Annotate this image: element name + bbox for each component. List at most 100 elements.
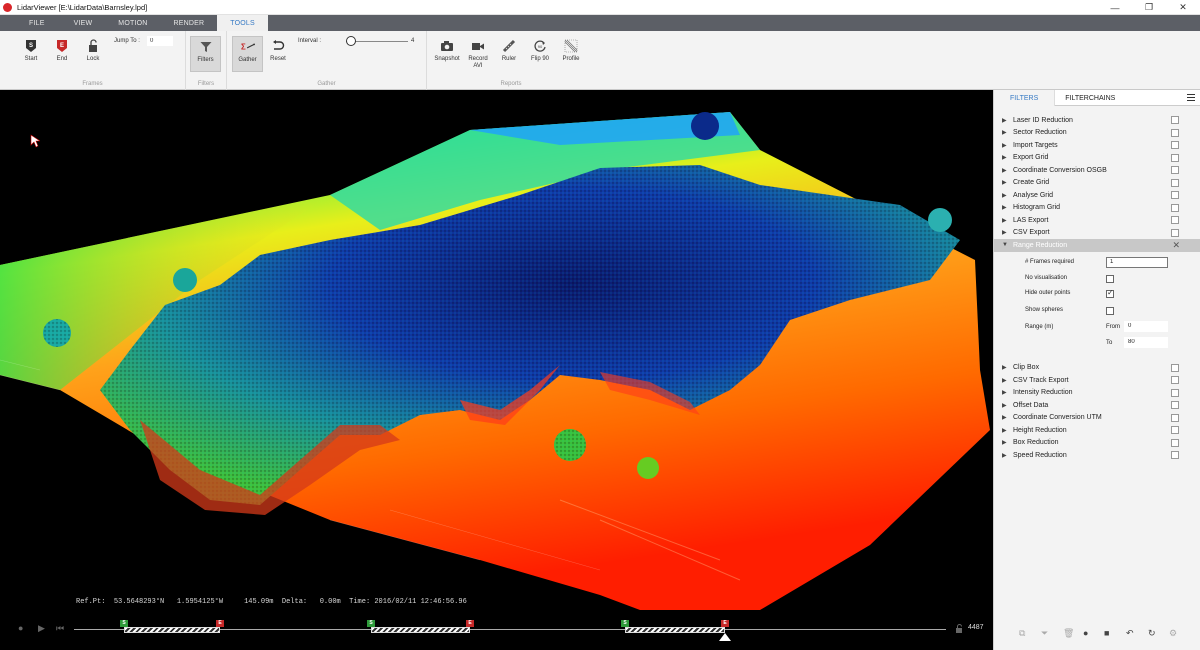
filter-item[interactable]: ▶ Speed Reduction <box>994 449 1200 462</box>
expand-arrow-icon[interactable]: ▶ <box>1002 229 1009 236</box>
end-marker[interactable]: E <box>216 620 224 627</box>
lidar-viewport[interactable]: Ref.Pt: 53.5648293°N 1.5954125°W 145.09m… <box>0 90 993 650</box>
funnel-icon[interactable]: ⏷ <box>1041 628 1048 639</box>
filter-checkbox[interactable] <box>1171 191 1179 199</box>
filter-checkbox[interactable] <box>1171 376 1179 384</box>
expand-arrow-icon[interactable]: ▶ <box>1002 389 1009 396</box>
record-icon[interactable]: ● <box>18 623 23 633</box>
filter-item[interactable]: ▶ Sector Reduction <box>994 127 1200 140</box>
expand-arrow-icon[interactable]: ▶ <box>1002 414 1009 421</box>
filter-checkbox[interactable] <box>1171 413 1179 422</box>
filter-item[interactable]: ▶ Height Reduction <box>994 424 1200 437</box>
expand-arrow-icon[interactable]: ▶ <box>1002 117 1009 124</box>
hide-outer-points-checkbox[interactable] <box>1106 288 1114 298</box>
filter-item[interactable]: ▶ Laser ID Reduction <box>994 114 1200 127</box>
start-marker[interactable]: S <box>621 620 629 627</box>
tab-tools[interactable]: TOOLS <box>217 15 268 31</box>
play-icon[interactable]: ▶ <box>38 623 45 634</box>
filter-item[interactable]: ▶ Analyse Grid <box>994 189 1200 202</box>
filter-item[interactable]: ▶ Coordinate Conversion OSGB <box>994 164 1200 177</box>
end-marker[interactable]: E <box>466 620 474 627</box>
filter-checkbox[interactable] <box>1171 363 1179 372</box>
expand-arrow-icon[interactable]: ▶ <box>1002 377 1009 384</box>
jump-to-input[interactable] <box>147 36 173 46</box>
expand-arrow-icon[interactable]: ▶ <box>1002 364 1009 371</box>
timeline-segment[interactable] <box>124 627 220 633</box>
expand-arrow-icon[interactable]: ▶ <box>1002 142 1009 149</box>
filter-item[interactable]: ▶ Import Targets <box>994 139 1200 152</box>
flip90-button[interactable]: 90 Flip 90 <box>526 36 554 72</box>
filter-checkbox[interactable] <box>1171 141 1179 149</box>
filter-checkbox[interactable] <box>1171 388 1179 397</box>
expand-arrow-icon[interactable]: ▶ <box>1002 427 1009 434</box>
show-spheres-checkbox[interactable] <box>1106 306 1114 315</box>
collapse-arrow-icon[interactable]: ▼ <box>1002 242 1009 248</box>
profile-button[interactable]: Profile <box>557 36 585 72</box>
close-button[interactable]: ✕ <box>1166 0 1200 15</box>
filter-item[interactable]: ▶ CSV Track Export <box>994 374 1200 387</box>
undo-icon[interactable]: ↶ <box>1126 628 1134 639</box>
range-to-input[interactable] <box>1124 336 1168 348</box>
filter-item[interactable]: ▶ Coordinate Conversion UTM <box>994 412 1200 425</box>
expand-arrow-icon[interactable]: ▶ <box>1002 439 1009 446</box>
snapshot-button[interactable]: Snapshot <box>433 36 461 72</box>
no-visualisation-checkbox[interactable] <box>1106 274 1114 283</box>
expand-arrow-icon[interactable]: ▶ <box>1002 452 1009 459</box>
filter-checkbox[interactable] <box>1171 401 1179 409</box>
tab-file[interactable]: FILE <box>0 15 61 31</box>
filter-item[interactable]: ▶ Export Grid <box>994 152 1200 165</box>
filter-checkbox[interactable] <box>1171 153 1179 162</box>
filter-checkbox[interactable] <box>1171 116 1179 124</box>
expand-arrow-icon[interactable]: ▶ <box>1002 204 1009 211</box>
filter-checkbox[interactable] <box>1171 451 1179 459</box>
end-button[interactable]: E End <box>48 36 76 72</box>
frames-required-input[interactable] <box>1106 256 1168 268</box>
tab-filterchains[interactable]: FILTERCHAINS <box>1055 90 1125 106</box>
expand-arrow-icon[interactable]: ▶ <box>1002 192 1009 199</box>
expand-arrow-icon[interactable]: ▶ <box>1002 402 1009 409</box>
gather-button[interactable]: Σ Gather <box>232 36 263 72</box>
filter-item-selected[interactable]: ▼ Range Reduction ✕ <box>994 239 1200 252</box>
filter-item[interactable]: ▶ Histogram Grid <box>994 202 1200 215</box>
filter-checkbox[interactable] <box>1171 216 1179 224</box>
filter-checkbox[interactable] <box>1171 178 1179 187</box>
tab-motion[interactable]: MOTION <box>105 15 160 31</box>
timeline-lock-icon[interactable] <box>955 624 964 634</box>
start-marker[interactable]: S <box>120 620 128 627</box>
remove-filter-icon[interactable]: ✕ <box>1172 240 1180 251</box>
trash-icon[interactable]: 🗑 <box>1063 628 1074 639</box>
filter-item[interactable]: ▶ Create Grid <box>994 177 1200 190</box>
copy-icon[interactable]: ⧉ <box>1019 628 1025 639</box>
ruler-button[interactable]: Ruler <box>495 36 523 72</box>
tab-render[interactable]: RENDER <box>161 15 218 31</box>
filter-checkbox[interactable] <box>1171 166 1179 174</box>
lock-button[interactable]: Lock <box>79 36 107 72</box>
filter-checkbox[interactable] <box>1171 438 1179 447</box>
range-from-input[interactable] <box>1124 320 1168 332</box>
filter-checkbox[interactable] <box>1171 426 1179 434</box>
filter-checkbox[interactable] <box>1171 128 1179 137</box>
minimize-button[interactable]: — <box>1098 0 1132 15</box>
gear-icon[interactable]: ⚙ <box>1169 628 1177 639</box>
tab-filters[interactable]: FILTERS <box>994 90 1056 106</box>
reset-button[interactable]: Reset <box>264 36 292 72</box>
frame-timeline[interactable]: S E S E S E <box>74 620 946 641</box>
filters-button[interactable]: Filters <box>190 36 221 72</box>
skip-start-icon[interactable]: ⏮ <box>56 623 64 634</box>
timeline-segment[interactable] <box>625 627 725 633</box>
expand-arrow-icon[interactable]: ▶ <box>1002 217 1009 224</box>
hamburger-menu-icon[interactable] <box>1187 94 1195 102</box>
playhead[interactable] <box>719 633 731 641</box>
filter-item[interactable]: ▶ Box Reduction <box>994 437 1200 450</box>
maximize-button[interactable]: ❐ <box>1132 0 1166 15</box>
play-circle-icon[interactable]: ● <box>1083 628 1088 638</box>
stop-icon[interactable]: ■ <box>1104 628 1109 638</box>
filter-checkbox[interactable] <box>1171 228 1179 237</box>
expand-arrow-icon[interactable]: ▶ <box>1002 154 1009 161</box>
expand-arrow-icon[interactable]: ▶ <box>1002 167 1009 174</box>
filter-checkbox[interactable] <box>1171 203 1179 212</box>
start-button[interactable]: S Start <box>17 36 45 72</box>
filter-item[interactable]: ▶ Intensity Reduction <box>994 387 1200 400</box>
expand-arrow-icon[interactable]: ▶ <box>1002 179 1009 186</box>
record-avi-button[interactable]: Record AVI <box>464 36 492 72</box>
